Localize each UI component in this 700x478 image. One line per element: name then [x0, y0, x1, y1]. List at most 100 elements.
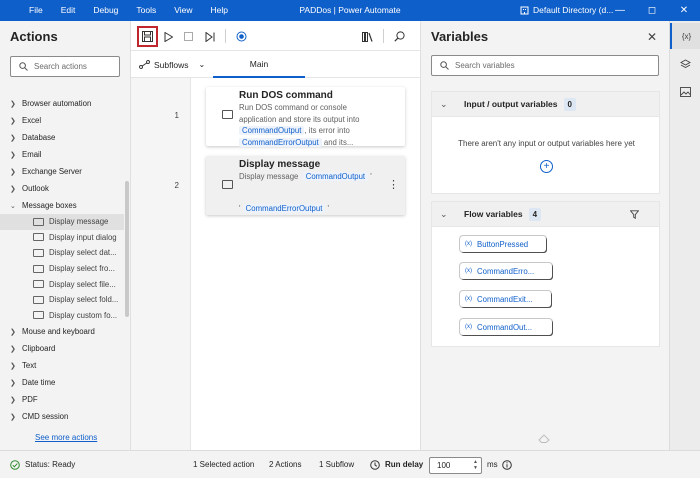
message-box-icon	[33, 264, 44, 273]
step-desc-text: '	[239, 204, 241, 213]
search-actions-input[interactable]: Search actions	[10, 56, 120, 77]
variable-icon: (x)	[465, 296, 472, 302]
variable-command-exit[interactable]: (x) CommandExit...	[460, 291, 551, 307]
chevron-right-icon: ❯	[10, 151, 16, 159]
eraser-icon[interactable]	[538, 434, 550, 443]
variables-title: Variables	[431, 29, 489, 44]
see-more-actions-link[interactable]: See more actions	[35, 433, 97, 442]
step-desc-text: , its error into	[304, 126, 350, 135]
category-excel[interactable]: ❯ Excel	[0, 112, 124, 129]
category-outlook[interactable]: ❯ Outlook	[0, 180, 124, 197]
variable-chip[interactable]: CommandOutput	[302, 172, 369, 181]
category-database[interactable]: ❯ Database	[0, 129, 124, 146]
add-variable-icon[interactable]: +	[540, 160, 553, 173]
actions-scrollbar[interactable]	[125, 181, 129, 317]
action-display-input-dialog[interactable]: Display input dialog	[0, 230, 124, 246]
menu-help[interactable]: Help	[202, 0, 237, 21]
variable-command-error[interactable]: (x) CommandErro...	[460, 263, 552, 279]
run-button[interactable]	[158, 26, 179, 47]
action-display-message[interactable]: Display message	[0, 214, 124, 230]
stop-button[interactable]	[178, 26, 199, 47]
variable-command-output[interactable]: (x) CommandOut...	[460, 319, 552, 335]
variable-chip[interactable]: CommandErrorOutput	[242, 204, 326, 213]
chevron-right-icon: ❯	[10, 168, 16, 176]
run-delay-unit: ms	[487, 460, 498, 469]
info-icon[interactable]	[502, 460, 512, 470]
message-box-icon	[222, 180, 233, 189]
category-exchange-server[interactable]: ❯ Exchange Server	[0, 163, 124, 180]
io-variables-header[interactable]: ⌄ Input / output variables 0	[431, 91, 660, 117]
step-display-message[interactable]: Display message Display message CommandO…	[206, 156, 405, 215]
io-variables-label: Input / output variables	[464, 99, 558, 109]
action-display-custom-form[interactable]: Display custom fo...	[0, 308, 124, 324]
actions-count: 2 Actions	[269, 460, 302, 469]
action-display-select-file[interactable]: Display select file...	[0, 276, 124, 292]
category-label: Message boxes	[22, 201, 77, 210]
flow-canvas: Run DOS command Run DOS command or conso…	[191, 78, 420, 450]
search-icon	[394, 31, 405, 42]
category-pdf[interactable]: ❯ PDF	[0, 391, 124, 408]
search-variables-placeholder: Search variables	[455, 61, 515, 70]
message-box-icon	[33, 248, 44, 257]
subflows-dropdown[interactable]: Subflows ⌄	[139, 51, 205, 78]
record-button[interactable]	[231, 26, 252, 47]
category-email[interactable]: ❯ Email	[0, 146, 124, 163]
search-flow-button[interactable]	[389, 26, 410, 47]
menu-file[interactable]: File	[20, 0, 52, 21]
images-rail-button[interactable]	[670, 79, 700, 105]
close-icon[interactable]: ✕	[647, 30, 657, 44]
chevron-down-icon: ⌄	[440, 208, 448, 219]
menu-edit[interactable]: Edit	[52, 0, 85, 21]
action-label: Display select dat...	[49, 248, 117, 258]
step-number: 1	[174, 111, 179, 120]
category-message-boxes[interactable]: ⌄ Message boxes	[0, 197, 124, 214]
more-options-icon[interactable]: ⋮	[388, 178, 399, 191]
flow-variables-header[interactable]: ⌄ Flow variables 4	[431, 201, 660, 227]
category-text[interactable]: ❯ Text	[0, 357, 124, 374]
chevron-right-icon: ❯	[10, 362, 16, 370]
action-display-select-folder[interactable]: Display select fold...	[0, 292, 124, 308]
maximize-icon[interactable]: ◻	[636, 0, 668, 21]
io-empty-message: There aren't any input or output variabl…	[458, 139, 635, 148]
filter-icon[interactable]	[630, 209, 639, 219]
action-label: Display select file...	[49, 279, 116, 289]
run-next-action-button[interactable]	[199, 26, 220, 47]
category-mouse-keyboard[interactable]: ❯ Mouse and keyboard	[0, 323, 124, 340]
variable-chip[interactable]: CommandErrorOutput	[239, 137, 322, 147]
check-circle-icon	[10, 459, 20, 470]
building-icon	[520, 6, 529, 15]
variable-button-pressed[interactable]: (x) ButtonPressed	[460, 236, 546, 252]
search-variables-input[interactable]: Search variables	[431, 55, 659, 76]
category-date-time[interactable]: ❯ Date time	[0, 374, 124, 391]
step-description: Run DOS command or console application a…	[239, 102, 399, 148]
category-browser-automation[interactable]: ❯ Browser automation	[0, 95, 124, 112]
directory-selector[interactable]: Default Directory (d...	[520, 0, 613, 21]
close-window-icon[interactable]: ✕	[668, 0, 700, 21]
menu-tools[interactable]: Tools	[127, 0, 165, 21]
action-display-select-from[interactable]: Display select fro...	[0, 261, 124, 277]
save-button[interactable]	[137, 26, 158, 47]
menu-debug[interactable]: Debug	[84, 0, 127, 21]
step-run-dos-command[interactable]: Run DOS command Run DOS command or conso…	[206, 87, 405, 148]
category-label: Mouse and keyboard	[22, 327, 95, 337]
category-cmd-session[interactable]: ❯ CMD session	[0, 408, 124, 425]
designer-toolbar	[131, 21, 420, 51]
search-icon	[19, 62, 28, 71]
tab-main[interactable]: Main	[213, 51, 305, 78]
variable-icon: (x)	[465, 324, 472, 330]
menu-view[interactable]: View	[165, 0, 201, 21]
variable-chip[interactable]: CommandOutput	[239, 126, 305, 135]
action-display-select-date[interactable]: Display select dat...	[0, 245, 124, 261]
spinner-icon[interactable]: ▲ ▼	[473, 459, 478, 471]
category-label: PDF	[22, 395, 38, 405]
title-bar: File Edit Debug Tools View Help PADDos |…	[0, 0, 700, 21]
library-button[interactable]	[357, 26, 378, 47]
variables-rail-button[interactable]: {x}	[670, 23, 700, 49]
io-variables-body: There aren't any input or output variabl…	[431, 117, 660, 194]
run-delay-input[interactable]: 100 ▲ ▼	[429, 457, 482, 474]
category-clipboard[interactable]: ❯ Clipboard	[0, 340, 124, 357]
ui-elements-rail-button[interactable]	[670, 51, 700, 77]
actions-tree: ❯ Browser automation ❯ Excel ❯ Database ❯ Em…	[0, 95, 124, 425]
play-icon	[164, 31, 173, 42]
minimize-icon[interactable]: —	[604, 0, 636, 21]
